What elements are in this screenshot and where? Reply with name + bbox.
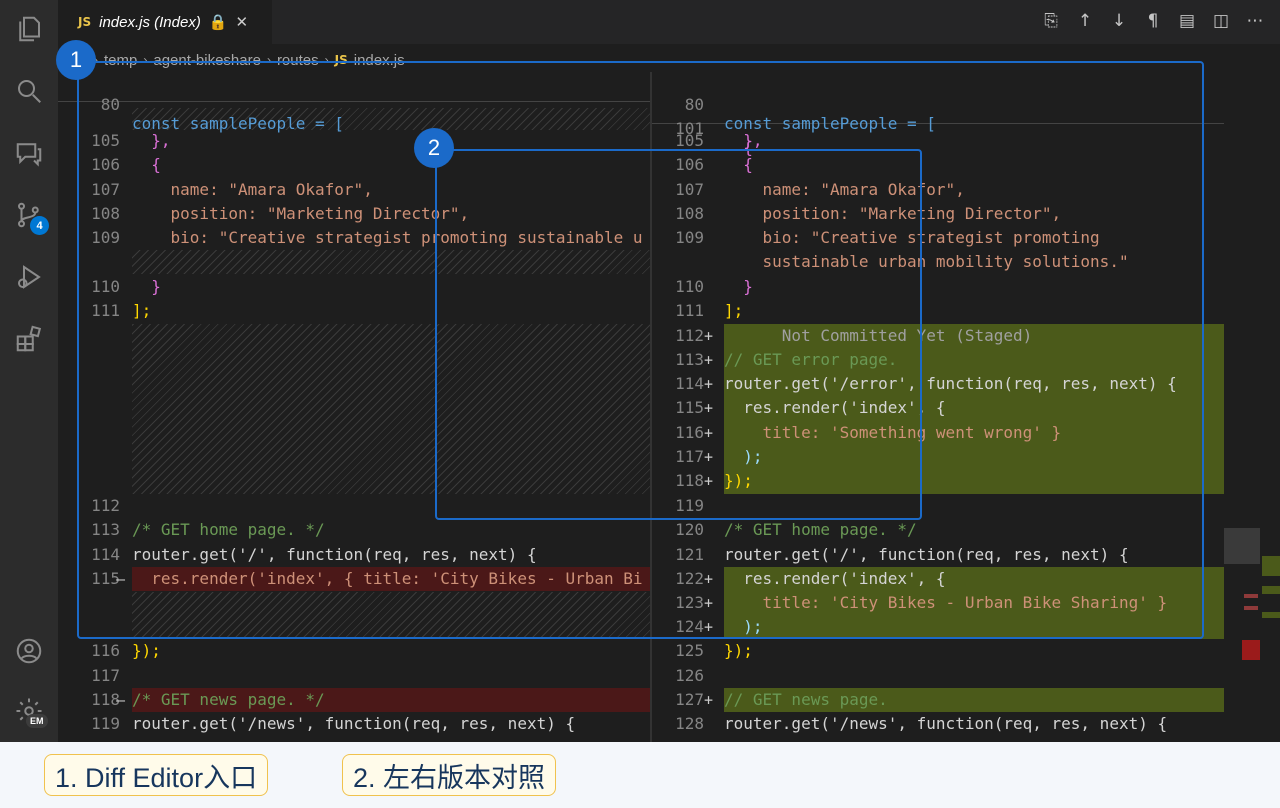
editor-toolbar: ⎘ ↑ ↓ ¶ ▤ ◫ ⋯	[1042, 10, 1264, 32]
activity-bar: 4 EM	[0, 0, 58, 742]
split-editor-icon[interactable]: ◫	[1212, 10, 1230, 32]
annotation-badge: 1	[56, 40, 96, 80]
tab-bar: JS index.js (Index) 🔒 ✕ ⎘ ↑ ↓ ¶ ▤ ◫ ⋯	[58, 0, 1280, 44]
caption-side-by-side: 2. 左右版本对照	[342, 754, 557, 796]
account-icon[interactable]	[12, 634, 46, 668]
annotation-box-side-by-side	[435, 149, 922, 520]
line-number: 119	[91, 714, 120, 733]
annotation-badge: 2	[414, 128, 454, 168]
minimap-added-mark	[1262, 612, 1280, 618]
minimap-added-mark	[1262, 586, 1280, 594]
run-debug-icon[interactable]	[12, 260, 46, 294]
lock-icon: 🔒	[208, 14, 228, 31]
map-icon[interactable]: ▤	[1178, 10, 1196, 32]
minimap-removed-mark	[1244, 606, 1258, 610]
removed-marker: —	[116, 691, 126, 709]
source-control-badge: 4	[30, 216, 49, 235]
open-changes-icon[interactable]: ⎘	[1042, 10, 1060, 32]
minimap-removed-mark	[1242, 640, 1260, 660]
js-file-icon: JS	[78, 15, 92, 29]
minimap-removed-mark	[1244, 594, 1258, 598]
line-number: 118	[91, 690, 120, 709]
extensions-icon[interactable]	[12, 322, 46, 356]
code-line: /* GET news page. */	[132, 690, 325, 709]
previous-change-icon[interactable]: ↑	[1076, 10, 1094, 32]
line-number: 128	[675, 714, 704, 733]
pilcrow-icon[interactable]: ¶	[1144, 10, 1162, 32]
search-icon[interactable]	[12, 74, 46, 108]
code-line: });	[132, 641, 161, 660]
line-number: 116	[91, 641, 120, 660]
diff-overview-ruler[interactable]	[1224, 72, 1280, 742]
account-initials-badge: EM	[26, 714, 48, 728]
caption-diff-editor-entry: 1. Diff Editor入口	[44, 754, 269, 796]
more-actions-icon[interactable]: ⋯	[1246, 10, 1264, 32]
minimap-slider[interactable]	[1224, 528, 1260, 564]
code-line: router.get('/news', function(req, res, n…	[132, 714, 576, 733]
line-number: 125	[675, 641, 704, 660]
tab-title: index.js (Index)	[99, 13, 201, 31]
next-change-icon[interactable]: ↓	[1110, 10, 1128, 32]
caption-bar: 1. Diff Editor入口 2. 左右版本对照	[0, 742, 1280, 808]
code-line: // GET news page.	[724, 690, 888, 709]
chat-icon[interactable]	[12, 136, 46, 170]
line-number: 126	[675, 666, 704, 685]
minimap-added-mark	[1262, 556, 1280, 576]
line-number: 117	[91, 666, 120, 685]
added-marker: +	[704, 691, 714, 709]
editor-tab[interactable]: JS index.js (Index) 🔒 ✕	[58, 0, 272, 44]
close-icon[interactable]: ✕	[236, 13, 249, 31]
line-number: 127	[675, 690, 704, 709]
code-line: });	[724, 641, 753, 660]
code-line: router.get('/news', function(req, res, n…	[724, 714, 1168, 733]
explorer-icon[interactable]	[12, 12, 46, 46]
